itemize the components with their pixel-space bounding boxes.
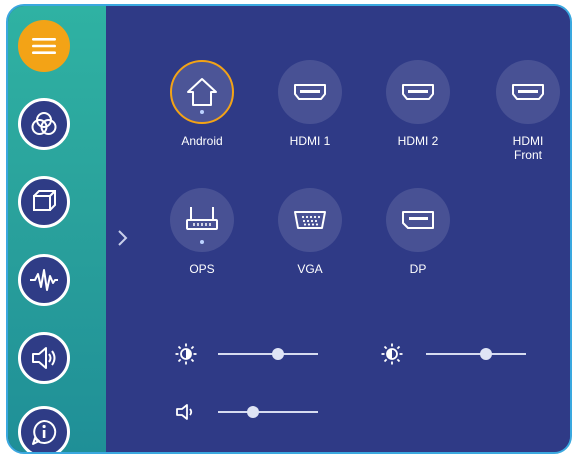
source-hdmi-front[interactable]: HDMI Front (480, 60, 570, 162)
volume-button[interactable] (18, 332, 70, 384)
display-cube-icon (33, 190, 56, 211)
contrast-track[interactable] (426, 353, 526, 355)
info-icon (32, 419, 57, 445)
source-label: HDMI 1 (289, 134, 331, 148)
source-hdmi-2-circle (386, 60, 450, 124)
source-hdmi-1-circle (278, 60, 342, 124)
hdmi-icon (512, 84, 544, 100)
volume-track[interactable] (218, 411, 318, 413)
source-vga[interactable]: VGA (262, 188, 358, 276)
home-icon (187, 78, 217, 106)
source-android[interactable]: Android (154, 60, 250, 148)
hdmi-icon (402, 84, 434, 100)
speaker-icon (176, 404, 193, 420)
source-label: DP (409, 262, 427, 276)
menu-button[interactable] (18, 20, 70, 72)
brightness-slider[interactable] (174, 342, 324, 366)
sidebar (8, 6, 106, 452)
color-settings-button[interactable] (18, 98, 70, 150)
source-ops[interactable]: OPS (154, 188, 250, 276)
contrast-thumb[interactable] (480, 348, 492, 360)
info-button[interactable] (18, 406, 70, 452)
active-indicator-dot (200, 110, 204, 114)
source-android-circle (170, 60, 234, 124)
brightness-thumb[interactable] (272, 348, 284, 360)
source-label: HDMI Front (512, 134, 544, 162)
source-panel: Android HDMI 1 HDMI 2 HDMI Front OPS VGA… (106, 6, 570, 452)
displayport-icon (402, 211, 434, 229)
router-icon (186, 207, 218, 230)
contrast-slider[interactable] (380, 342, 530, 366)
contrast-sun-icon (381, 343, 403, 365)
brightness-track[interactable] (218, 353, 318, 355)
color-circles-icon (31, 112, 57, 135)
source-hdmi-front-circle (496, 60, 560, 124)
source-hdmi-2[interactable]: HDMI 2 (370, 60, 466, 148)
waveform-icon (30, 269, 58, 291)
source-dp-circle (386, 188, 450, 252)
app-window: Android HDMI 1 HDMI 2 HDMI Front OPS VGA… (6, 4, 572, 454)
display-settings-button[interactable] (18, 176, 70, 228)
volume-slider[interactable] (174, 400, 324, 424)
speaker-icon (32, 347, 56, 369)
source-label: VGA (297, 262, 323, 276)
chevron-right-icon[interactable] (116, 228, 130, 248)
source-label: HDMI 2 (397, 134, 439, 148)
source-dp[interactable]: DP (370, 188, 466, 276)
source-label: Android (181, 134, 223, 148)
source-label: OPS (189, 262, 215, 276)
menu-icon (32, 38, 56, 54)
hdmi-icon (294, 84, 326, 100)
sun-icon (175, 343, 197, 365)
source-ops-circle (170, 188, 234, 252)
vga-icon (294, 211, 326, 229)
source-hdmi-1[interactable]: HDMI 1 (262, 60, 358, 148)
volume-thumb[interactable] (247, 406, 259, 418)
source-vga-circle (278, 188, 342, 252)
status-dot (200, 240, 204, 244)
audio-settings-button[interactable] (18, 254, 70, 306)
